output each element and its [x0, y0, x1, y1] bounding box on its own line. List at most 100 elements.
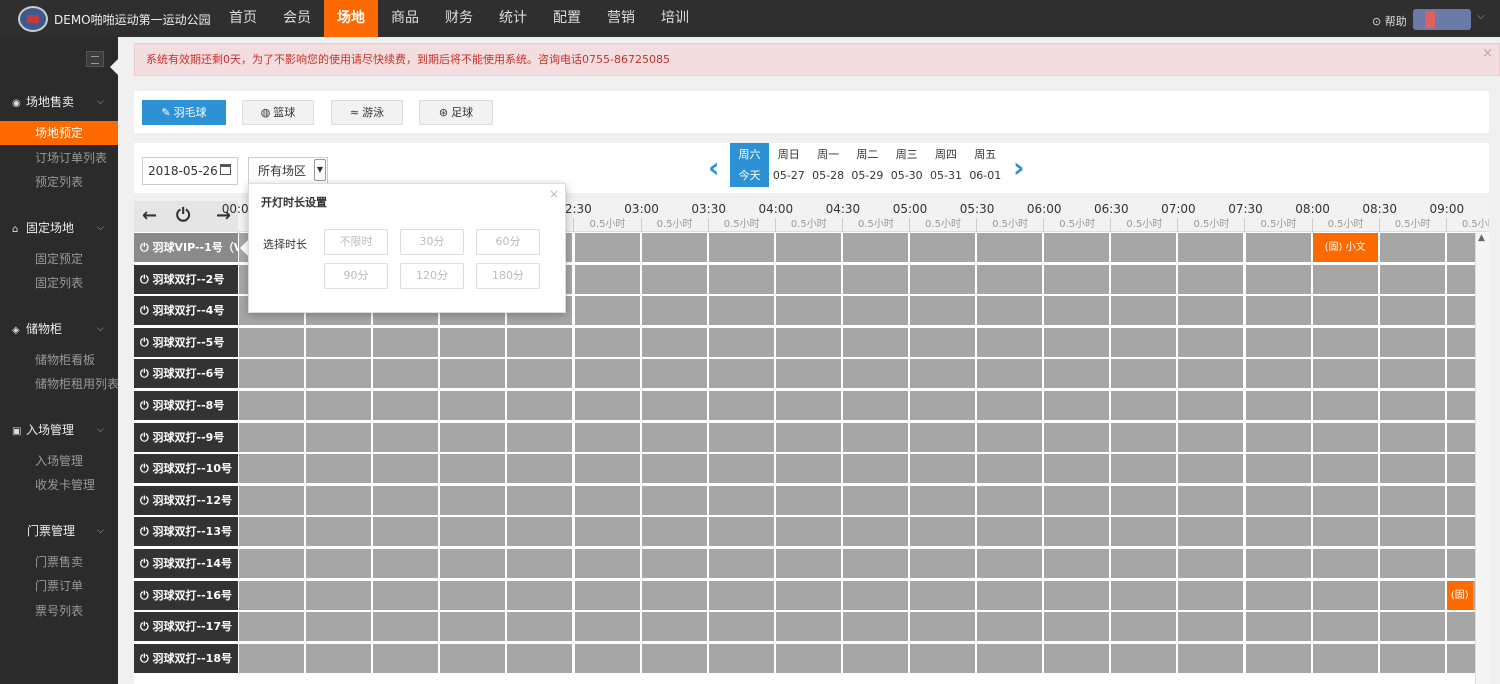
week-day[interactable]: 周五 06-01	[966, 143, 1005, 187]
time-slot-cell[interactable]	[373, 391, 439, 420]
time-slot-cell[interactable]	[1111, 612, 1177, 642]
time-slot-cell[interactable]	[574, 485, 640, 515]
nav-item[interactable]: 商品	[378, 0, 432, 37]
time-slot-cell[interactable]	[641, 327, 707, 357]
time-slot-cell[interactable]	[574, 296, 640, 326]
chevron-down-icon[interactable]: ⌵	[1477, 11, 1485, 22]
time-slot-cell[interactable]	[440, 643, 506, 673]
calendar-icon[interactable]	[220, 164, 231, 175]
time-slot-cell[interactable]	[842, 580, 908, 610]
sidebar-section[interactable]: ◈ 储物柜 ⌵	[0, 315, 118, 343]
week-day[interactable]: 周二 05-29	[848, 143, 887, 187]
court-label[interactable]: ⏻ 羽球双打--10号	[134, 454, 238, 484]
time-slot-cell[interactable]	[373, 422, 439, 452]
time-slot-cell[interactable]	[373, 327, 439, 357]
time-slot-cell[interactable]	[239, 643, 304, 673]
time-slot-cell[interactable]	[306, 485, 372, 515]
brand-logo[interactable]	[18, 6, 48, 32]
time-slot-cell[interactable]	[1312, 580, 1378, 610]
sidebar-item[interactable]: 固定列表	[0, 271, 118, 295]
time-slot-cell[interactable]	[507, 485, 573, 515]
week-day[interactable]: 周四 05-31	[927, 143, 966, 187]
time-slot-cell[interactable]	[910, 233, 975, 262]
time-slot-cell[interactable]	[1178, 454, 1244, 484]
time-slot-cell[interactable]	[1178, 612, 1244, 642]
time-slot-cell[interactable]	[641, 391, 707, 420]
time-slot-cell[interactable]	[1111, 549, 1177, 578]
time-slot-cell[interactable]	[1312, 264, 1378, 294]
time-slot-cell[interactable]	[977, 296, 1043, 326]
time-slot-cell[interactable]	[1379, 327, 1445, 357]
time-slot-cell[interactable]	[507, 580, 573, 610]
time-slot-cell[interactable]	[1312, 296, 1378, 326]
time-slot-cell[interactable]	[239, 612, 304, 642]
alert-close-icon[interactable]: ×	[1482, 44, 1493, 64]
time-slot-cell[interactable]	[708, 359, 774, 389]
time-slot-cell[interactable]	[1111, 327, 1177, 357]
time-slot-cell[interactable]	[440, 580, 506, 610]
time-slot-cell[interactable]	[708, 233, 774, 262]
week-day[interactable]: 周三 05-30	[887, 143, 926, 187]
time-slot-cell[interactable]	[641, 454, 707, 484]
nav-item[interactable]: 首页	[216, 0, 270, 37]
time-slot-cell[interactable]	[1245, 485, 1311, 515]
time-slot-cell[interactable]	[574, 359, 640, 389]
time-slot-cell[interactable]	[1312, 517, 1378, 547]
time-slot-cell[interactable]	[1312, 422, 1378, 452]
user-avatar[interactable]	[1413, 9, 1471, 30]
time-slot-cell[interactable]	[775, 359, 841, 389]
time-slot-cell[interactable]	[977, 549, 1043, 578]
time-slot-cell[interactable]	[842, 391, 908, 420]
time-slot-cell[interactable]	[239, 580, 304, 610]
time-slot-cell[interactable]	[1111, 643, 1177, 673]
nav-item[interactable]: 营销	[594, 0, 648, 37]
booking-block[interactable]: (固) 小文	[1312, 233, 1378, 262]
time-slot-cell[interactable]	[574, 422, 640, 452]
time-slot-cell[interactable]	[775, 549, 841, 578]
time-slot-cell[interactable]	[1245, 612, 1311, 642]
time-slot-cell[interactable]	[842, 359, 908, 389]
sidebar-item[interactable]: 订场订单列表	[0, 146, 118, 170]
time-slot-cell[interactable]	[1044, 485, 1110, 515]
time-slot-cell[interactable]	[373, 549, 439, 578]
time-slot-cell[interactable]	[1111, 422, 1177, 452]
time-slot-cell[interactable]	[708, 422, 774, 452]
time-slot-cell[interactable]	[1178, 580, 1244, 610]
time-slot-cell[interactable]	[977, 485, 1043, 515]
time-slot-cell[interactable]	[775, 327, 841, 357]
sidebar-item[interactable]: 收发卡管理	[0, 473, 118, 497]
time-slot-cell[interactable]	[775, 580, 841, 610]
court-label[interactable]: ⏻ 羽球双打--17号	[134, 612, 238, 642]
time-slot-cell[interactable]	[842, 422, 908, 452]
time-slot-cell[interactable]	[574, 454, 640, 484]
vertical-scrollbar[interactable]	[1475, 233, 1489, 684]
time-slot-cell[interactable]	[306, 327, 372, 357]
time-slot-cell[interactable]	[507, 327, 573, 357]
time-slot-cell[interactable]	[1178, 549, 1244, 578]
time-slot-cell[interactable]	[910, 454, 975, 484]
court-label[interactable]: ⏻ 羽球双打--14号	[134, 549, 238, 578]
time-slot-cell[interactable]	[1044, 233, 1110, 262]
time-slot-cell[interactable]	[1044, 359, 1110, 389]
time-slot-cell[interactable]	[507, 612, 573, 642]
time-slot-cell[interactable]	[977, 233, 1043, 262]
time-slot-cell[interactable]	[373, 454, 439, 484]
time-slot-cell[interactable]	[775, 643, 841, 673]
time-slot-cell[interactable]	[239, 422, 304, 452]
time-slot-cell[interactable]	[708, 327, 774, 357]
time-slot-cell[interactable]	[574, 549, 640, 578]
time-slot-cell[interactable]	[1111, 391, 1177, 420]
duration-option-button[interactable]: 120分	[400, 263, 464, 289]
week-day[interactable]: 周六 今天	[730, 143, 769, 187]
time-slot-cell[interactable]	[239, 391, 304, 420]
time-slot-cell[interactable]	[708, 517, 774, 547]
time-slot-cell[interactable]	[977, 359, 1043, 389]
time-slot-cell[interactable]	[910, 549, 975, 578]
time-slot-cell[interactable]	[842, 296, 908, 326]
court-label[interactable]: ⏻ 羽球双打--9号	[134, 422, 238, 452]
time-slot-cell[interactable]	[977, 612, 1043, 642]
time-slot-cell[interactable]	[1312, 391, 1378, 420]
court-label[interactable]: ⏻ 羽球双打--16号	[134, 580, 238, 610]
sidebar-section[interactable]: ▣ 入场管理 ⌵	[0, 416, 118, 444]
power-icon[interactable]: ⏻	[176, 204, 190, 228]
